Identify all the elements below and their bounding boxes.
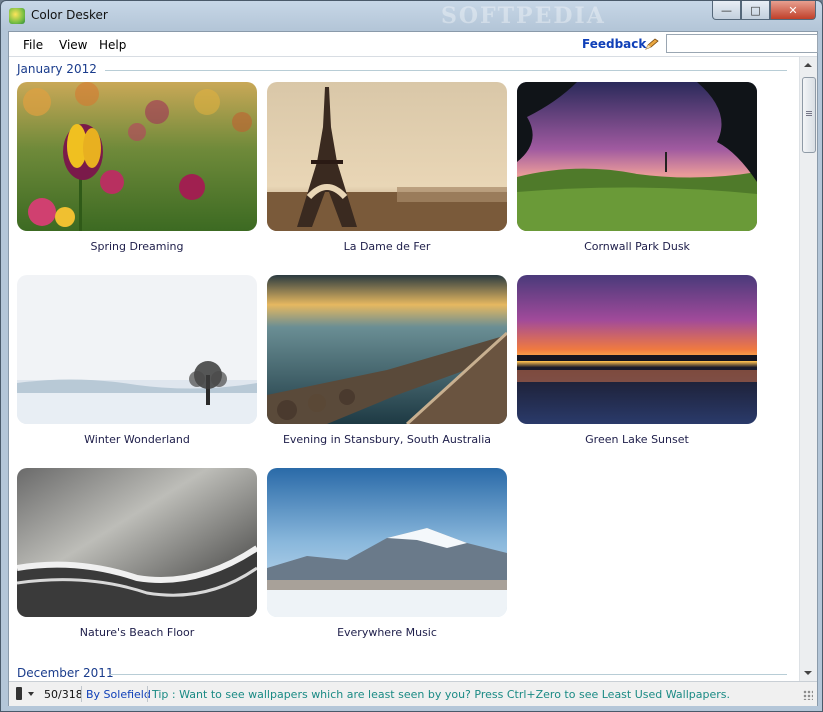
wallpaper-thumbnail-la-dame-de-fer[interactable] — [267, 82, 507, 231]
menu-help[interactable]: Help — [99, 38, 126, 52]
scroll-thumb[interactable] — [802, 77, 816, 153]
app-logo-icon — [9, 8, 25, 24]
caption-cornwall-park-dusk: Cornwall Park Dusk — [584, 240, 690, 253]
caption-spring-dreaming: Spring Dreaming — [90, 240, 184, 253]
section-header-december-2011: December 2011 — [17, 666, 114, 680]
feedback-link[interactable]: Feedback — [582, 37, 646, 51]
tulips-image-icon — [17, 82, 257, 231]
section-divider — [109, 674, 787, 675]
section-header-january-2012: January 2012 — [17, 62, 97, 76]
scroll-down-icon[interactable] — [804, 671, 812, 675]
close-icon: ✕ — [788, 3, 798, 17]
lake-sunset-image-icon — [517, 275, 757, 424]
close-button[interactable]: ✕ — [770, 1, 816, 20]
caption-winter-wonderland: Winter Wonderland — [84, 433, 190, 446]
title-bar[interactable]: Color Desker SOFTPEDIA — □ ✕ — [1, 1, 822, 31]
vertical-scrollbar[interactable] — [799, 57, 817, 681]
wallpaper-thumbnail-winter-wonderland[interactable] — [17, 275, 257, 424]
status-bar: 50/318 By Solefield Tip : Want to see wa… — [9, 681, 817, 706]
app-window: Color Desker SOFTPEDIA — □ ✕ File View H… — [0, 0, 823, 712]
minimize-button[interactable]: — — [712, 1, 741, 20]
beach-image-icon — [17, 468, 257, 617]
caption-evening-in-stansbury: Evening in Stansbury, South Australia — [282, 433, 492, 446]
caption-natures-beach-floor: Nature's Beach Floor — [79, 626, 195, 639]
window-title: Color Desker — [31, 8, 108, 22]
snow-mountain-image-icon — [267, 468, 507, 617]
wallpaper-thumbnail-cornwall-park-dusk[interactable] — [517, 82, 757, 231]
menu-view[interactable]: View — [59, 38, 87, 52]
winter-tree-image-icon — [17, 275, 257, 424]
chevron-down-icon[interactable] — [28, 692, 34, 696]
caption-green-lake-sunset: Green Lake Sunset — [585, 433, 689, 446]
wallpaper-count: 50/318 — [44, 688, 83, 701]
device-icon[interactable] — [16, 687, 22, 700]
menu-bar: File View Help Feedback — [9, 32, 818, 57]
wallpaper-thumbnail-green-lake-sunset[interactable] — [517, 275, 757, 424]
menu-file[interactable]: File — [23, 38, 43, 52]
author-link[interactable]: By Solefield — [86, 688, 151, 701]
watermark: SOFTPEDIA — [441, 3, 606, 29]
caption-la-dame-de-fer: La Dame de Fer — [343, 240, 431, 253]
wallpaper-thumbnail-everywhere-music[interactable] — [267, 468, 507, 617]
search-input[interactable] — [666, 34, 818, 53]
resize-grip-icon[interactable] — [803, 690, 813, 700]
gallery-content: January 2012 Spring Dreaming La Dame de … — [9, 57, 799, 681]
wallpaper-thumbnail-natures-beach-floor[interactable] — [17, 468, 257, 617]
eiffel-tower-image-icon — [267, 82, 507, 231]
scroll-up-icon[interactable] — [804, 63, 812, 67]
wallpaper-thumbnail-spring-dreaming[interactable] — [17, 82, 257, 231]
window-controls: — □ ✕ — [712, 1, 816, 20]
tip-text: Tip : Want to see wallpapers which are l… — [152, 688, 730, 701]
section-divider — [105, 70, 787, 71]
minimize-icon: — — [721, 3, 732, 17]
pencil-icon[interactable] — [645, 38, 659, 50]
maximize-button[interactable]: □ — [741, 1, 770, 20]
jetty-image-icon — [267, 275, 507, 424]
client-area: File View Help Feedback January 2012 Spr… — [8, 31, 818, 706]
park-dusk-image-icon — [517, 82, 757, 231]
wallpaper-thumbnail-evening-in-stansbury[interactable] — [267, 275, 507, 424]
maximize-icon: □ — [750, 3, 761, 17]
caption-everywhere-music: Everywhere Music — [337, 626, 437, 639]
